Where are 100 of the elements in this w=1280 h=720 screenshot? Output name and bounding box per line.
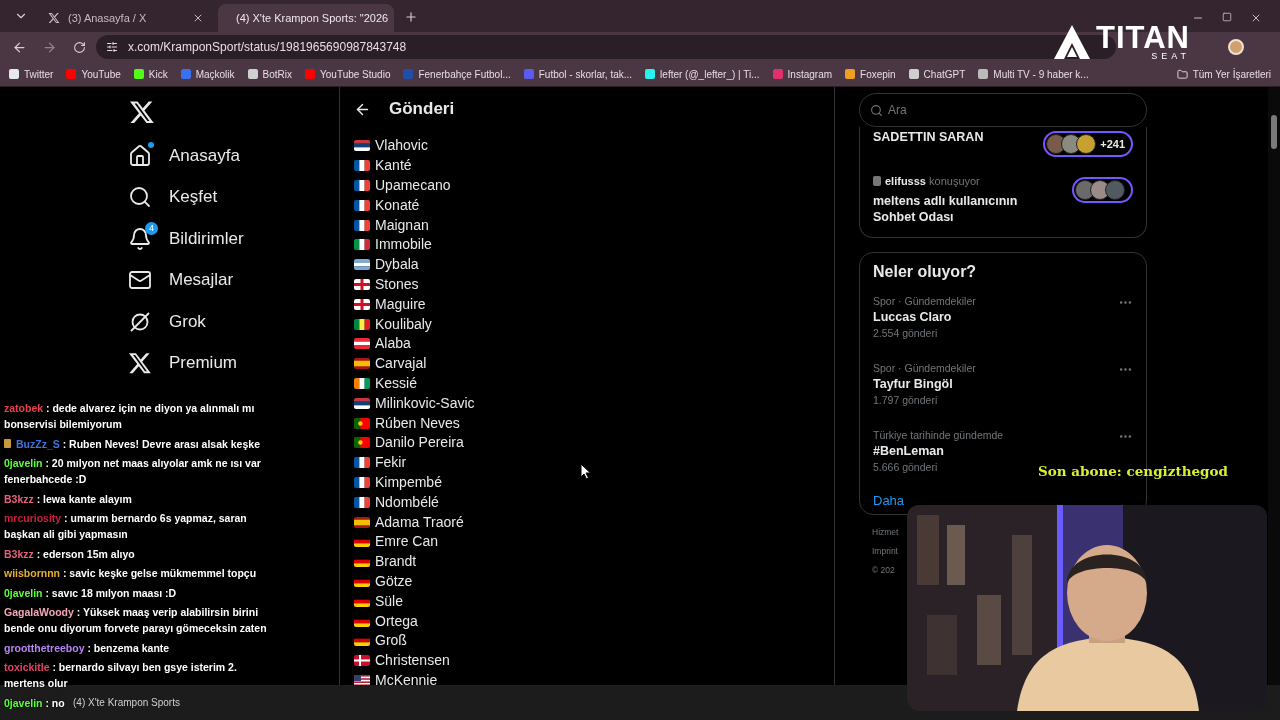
player-name: Danilo Pereira <box>375 434 464 452</box>
player-name: Alaba <box>375 335 411 353</box>
scrollbar[interactable] <box>1268 87 1280 685</box>
site-settings-icon[interactable] <box>106 41 118 53</box>
trend-title[interactable]: Luccas Claro <box>873 310 976 324</box>
chat-message: zatobek : dede alvarez için ne diyon ya alınmalı mı bonservisi bilemiyorum <box>4 401 256 432</box>
player-name: Maguire <box>375 295 426 313</box>
maximize-icon[interactable] <box>1222 12 1232 22</box>
player-name: Koulibaly <box>375 315 432 333</box>
nav-item[interactable]: 4 Bildirimler <box>128 218 339 260</box>
all-bookmarks-link[interactable]: Tüm Yer İşaretleri <box>1176 68 1271 80</box>
trend-post-count: 5.666 gönderi <box>873 461 939 473</box>
flag-icon <box>354 239 370 251</box>
profile-avatar[interactable] <box>1228 39 1244 55</box>
notification-badge: 4 <box>145 221 158 235</box>
flag-icon <box>354 318 370 330</box>
subscriber-text: Son abone: cengizthegod <box>1038 463 1228 479</box>
flag-icon <box>354 496 370 508</box>
search-icon <box>128 185 152 210</box>
player-name: Ortega <box>375 612 418 630</box>
player-name: Kimpembé <box>375 473 442 491</box>
player-name: Dybala <box>375 256 419 274</box>
bookmark-link[interactable]: Fenerbahçe Futbol... <box>403 68 511 80</box>
nav-item[interactable]: Grok <box>128 301 339 343</box>
search-icon <box>870 104 883 117</box>
player-name: Fekir <box>375 454 407 472</box>
footer-link[interactable]: © 202 <box>872 565 895 575</box>
trend-title[interactable]: #BenLeman <box>873 444 1004 458</box>
bookmark-link[interactable]: lefter (@_lefter_) | Ti... <box>645 68 760 80</box>
close-icon[interactable] <box>1250 12 1262 24</box>
bookmark-link[interactable]: Foxepin <box>845 68 896 80</box>
chat-message: 0javelin : no <box>4 695 65 711</box>
trend-title[interactable]: Tayfur Bingöl <box>873 377 976 391</box>
player-name: Groß <box>375 632 407 650</box>
bookmark-link[interactable]: YouTube <box>66 68 121 80</box>
space-title: SADETTIN SARAN <box>873 129 984 145</box>
x-logo-icon[interactable] <box>129 99 155 125</box>
chat-message: grootthetreeboy : benzema kante <box>4 640 170 656</box>
taskbar-window[interactable]: (4) X'te Krampon Sports <box>73 697 180 708</box>
player-name: Süle <box>375 592 404 610</box>
close-icon[interactable] <box>192 12 204 24</box>
bookmark-link[interactable]: Futbol - skorlar, tak... <box>523 68 633 80</box>
bookmark-link[interactable]: Multi TV - 9 haber k... <box>978 68 1089 80</box>
trend-category: Türkiye tarihinde gündemde <box>873 429 1004 441</box>
trends-title: Neler oluyor? <box>873 263 978 281</box>
flag-icon <box>354 417 370 429</box>
player-name: Rúben Neves <box>375 414 460 432</box>
forward-arrow-icon <box>41 39 57 55</box>
chat-message: B3kzz : lewa kante alayım <box>4 491 132 507</box>
nav-item[interactable]: Keşfet <box>128 176 339 218</box>
bookmark-link[interactable]: Kick <box>133 68 168 80</box>
chat-message: 0javelin : 20 mılyon net maas alıyolar amk ne ısı var fenerbahcede :D <box>4 456 262 487</box>
player-name: Christensen <box>375 652 450 670</box>
footer-link[interactable]: Hizmet <box>872 527 899 537</box>
show-more-link[interactable]: Daha <box>873 493 1133 508</box>
nav-item[interactable]: Mesajlar <box>128 259 339 301</box>
trend-category: Spor · Gündemdekiler <box>873 362 976 374</box>
x-logo-icon <box>128 351 152 376</box>
bookmark-link[interactable]: ChatGPT <box>908 68 966 80</box>
chat-message: BuzZz_S : Ruben Neves! Devre arası alsak keşke <box>16 436 260 452</box>
listener-count: +241 <box>1100 138 1125 150</box>
player-name: Ndombélé <box>375 493 439 511</box>
trend-post-count: 2.554 gönderi <box>873 327 939 339</box>
browser-tab[interactable]: (3) Anasayfa / X <box>38 4 214 32</box>
logo-subtitle: SEAT <box>1151 52 1190 61</box>
flag-icon <box>354 219 370 231</box>
flag-icon <box>354 160 370 172</box>
bookmark-link[interactable]: Maçkolik <box>180 68 235 80</box>
flag-icon <box>354 476 370 488</box>
listener-avatar <box>1076 134 1097 154</box>
reload-icon <box>72 40 86 54</box>
x-logo-icon <box>48 12 60 24</box>
player-name: McKennie <box>375 671 438 685</box>
cursor-icon <box>580 463 592 480</box>
slashed-circle-icon <box>128 309 152 334</box>
bookmark-link[interactable]: Instagram <box>772 68 833 80</box>
folder-icon <box>1176 68 1188 80</box>
flag-icon <box>354 199 370 211</box>
listener-avatar <box>1105 180 1125 200</box>
nav-item[interactable]: Anasayfa <box>128 135 339 177</box>
spaces-card[interactable]: SADETTIN SARAN +241 elifusss konuşuyor meltens adlı kullanıcının Sohbet Odası <box>859 127 1147 238</box>
flag-icon <box>354 358 370 370</box>
footer-link[interactable]: Imprint <box>872 546 898 556</box>
flag-icon <box>354 140 370 152</box>
host-label: elifusss konuşuyor <box>885 175 980 187</box>
bookmark-link[interactable]: Twitter <box>9 68 54 80</box>
trend-post-count: 1.797 gönderi <box>873 394 939 406</box>
bookmark-link[interactable]: BotRix <box>247 68 292 80</box>
flag-icon <box>354 298 370 310</box>
player-name: Stones <box>375 275 419 293</box>
flag-icon <box>354 457 370 469</box>
chat-message: toxickitle : bernardo silvayı ben gsye isterim 2. mertens olur <box>4 660 238 691</box>
flag-icon <box>354 338 370 350</box>
page-title: Gönderi <box>389 99 455 119</box>
browser-tab[interactable]: (4) X'te Krampon Sports: "2026 <box>218 4 394 32</box>
player-name: Emre Can <box>375 533 439 551</box>
bookmark-link[interactable]: YouTube Studio <box>305 68 391 80</box>
search-field[interactable]: Ara <box>859 93 1147 127</box>
player-name: Konaté <box>375 196 420 214</box>
nav-item[interactable]: Premium <box>128 342 339 384</box>
